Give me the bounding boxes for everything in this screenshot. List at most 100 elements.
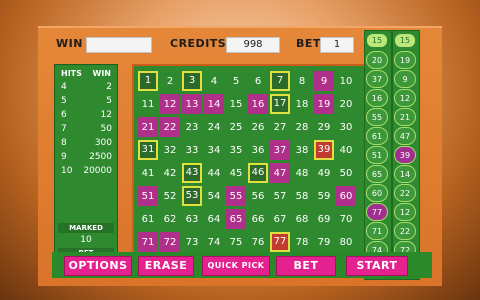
keno-number-3[interactable]: 3 bbox=[182, 71, 202, 91]
keno-number-14[interactable]: 14 bbox=[204, 94, 224, 114]
keno-number-77[interactable]: 77 bbox=[270, 232, 290, 252]
keno-number-47[interactable]: 47 bbox=[270, 163, 290, 183]
keno-number-62[interactable]: 62 bbox=[160, 209, 180, 229]
keno-number-5[interactable]: 5 bbox=[226, 71, 246, 91]
keno-number-65[interactable]: 65 bbox=[226, 209, 246, 229]
keno-number-6[interactable]: 6 bbox=[248, 71, 268, 91]
bet-button[interactable]: BET bbox=[276, 256, 336, 276]
drawn-count-left: 15 bbox=[367, 34, 387, 47]
keno-number-80[interactable]: 80 bbox=[336, 232, 356, 252]
keno-number-74[interactable]: 74 bbox=[204, 232, 224, 252]
drawn-ball: 22 bbox=[394, 222, 416, 240]
bet-display: 1 bbox=[320, 37, 354, 53]
drawn-ball: 19 bbox=[394, 51, 416, 69]
keno-number-46[interactable]: 46 bbox=[248, 163, 268, 183]
keno-number-45[interactable]: 45 bbox=[226, 163, 246, 183]
keno-number-13[interactable]: 13 bbox=[182, 94, 202, 114]
keno-number-63[interactable]: 63 bbox=[182, 209, 202, 229]
keno-number-9[interactable]: 9 bbox=[314, 71, 334, 91]
keno-number-61[interactable]: 61 bbox=[138, 209, 158, 229]
keno-number-37[interactable]: 37 bbox=[270, 140, 290, 160]
keno-number-28[interactable]: 28 bbox=[292, 117, 312, 137]
keno-number-70[interactable]: 70 bbox=[336, 209, 356, 229]
keno-board: WIN CREDITS 998 BET 1 HITS WIN 4 2 5 5 6 12 7 5… bbox=[38, 26, 442, 286]
keno-number-22[interactable]: 22 bbox=[160, 117, 180, 137]
keno-number-51[interactable]: 51 bbox=[138, 186, 158, 206]
keno-number-1[interactable]: 1 bbox=[138, 71, 158, 91]
drawn-ball: 39 bbox=[394, 146, 416, 164]
drawn-ball: 60 bbox=[366, 184, 388, 202]
keno-number-26[interactable]: 26 bbox=[248, 117, 268, 137]
keno-number-41[interactable]: 41 bbox=[138, 163, 158, 183]
keno-number-57[interactable]: 57 bbox=[270, 186, 290, 206]
keno-number-33[interactable]: 33 bbox=[182, 140, 202, 160]
keno-number-73[interactable]: 73 bbox=[182, 232, 202, 252]
keno-number-64[interactable]: 64 bbox=[204, 209, 224, 229]
erase-button[interactable]: ERASE bbox=[138, 256, 194, 276]
keno-number-69[interactable]: 69 bbox=[314, 209, 334, 229]
keno-number-55[interactable]: 55 bbox=[226, 186, 246, 206]
keno-number-71[interactable]: 71 bbox=[138, 232, 158, 252]
keno-number-43[interactable]: 43 bbox=[182, 163, 202, 183]
keno-number-56[interactable]: 56 bbox=[248, 186, 268, 206]
keno-number-27[interactable]: 27 bbox=[270, 117, 290, 137]
paytable-hits: 8 bbox=[61, 138, 67, 148]
paytable-rows: 4 2 5 5 6 12 7 50 8 300 9 2500 10 20000 bbox=[55, 80, 117, 178]
drawn-ball: 14 bbox=[394, 165, 416, 183]
keno-number-78[interactable]: 78 bbox=[292, 232, 312, 252]
start-button[interactable]: START bbox=[346, 256, 408, 276]
keno-number-11[interactable]: 11 bbox=[138, 94, 158, 114]
keno-number-39[interactable]: 39 bbox=[314, 140, 334, 160]
keno-number-31[interactable]: 31 bbox=[138, 140, 158, 160]
keno-number-4[interactable]: 4 bbox=[204, 71, 224, 91]
keno-number-10[interactable]: 10 bbox=[336, 71, 356, 91]
keno-number-29[interactable]: 29 bbox=[314, 117, 334, 137]
keno-number-58[interactable]: 58 bbox=[292, 186, 312, 206]
keno-number-79[interactable]: 79 bbox=[314, 232, 334, 252]
keno-number-19[interactable]: 19 bbox=[314, 94, 334, 114]
keno-number-60[interactable]: 60 bbox=[336, 186, 356, 206]
keno-number-72[interactable]: 72 bbox=[160, 232, 180, 252]
keno-number-12[interactable]: 12 bbox=[160, 94, 180, 114]
keno-number-32[interactable]: 32 bbox=[160, 140, 180, 160]
keno-number-8[interactable]: 8 bbox=[292, 71, 312, 91]
options-button[interactable]: OPTIONS bbox=[64, 256, 132, 276]
keno-number-75[interactable]: 75 bbox=[226, 232, 246, 252]
keno-number-34[interactable]: 34 bbox=[204, 140, 224, 160]
keno-number-30[interactable]: 30 bbox=[336, 117, 356, 137]
drawn-ball: 9 bbox=[394, 70, 416, 88]
keno-number-59[interactable]: 59 bbox=[314, 186, 334, 206]
keno-number-49[interactable]: 49 bbox=[314, 163, 334, 183]
keno-number-2[interactable]: 2 bbox=[160, 71, 180, 91]
keno-number-23[interactable]: 23 bbox=[182, 117, 202, 137]
keno-number-76[interactable]: 76 bbox=[248, 232, 268, 252]
keno-number-36[interactable]: 36 bbox=[248, 140, 268, 160]
quick-pick-button[interactable]: QUICK PICK bbox=[202, 256, 270, 276]
keno-number-42[interactable]: 42 bbox=[160, 163, 180, 183]
keno-number-44[interactable]: 44 bbox=[204, 163, 224, 183]
keno-number-16[interactable]: 16 bbox=[248, 94, 268, 114]
keno-number-38[interactable]: 38 bbox=[292, 140, 312, 160]
keno-number-66[interactable]: 66 bbox=[248, 209, 268, 229]
paytable-row: 10 20000 bbox=[55, 164, 117, 178]
keno-number-53[interactable]: 53 bbox=[182, 186, 202, 206]
keno-number-21[interactable]: 21 bbox=[138, 117, 158, 137]
keno-number-24[interactable]: 24 bbox=[204, 117, 224, 137]
keno-number-20[interactable]: 20 bbox=[336, 94, 356, 114]
keno-number-40[interactable]: 40 bbox=[336, 140, 356, 160]
keno-number-68[interactable]: 68 bbox=[292, 209, 312, 229]
keno-number-35[interactable]: 35 bbox=[226, 140, 246, 160]
number-grid: 1 2 3 4 5 6 7 8 9 10 11 12 13 14 15 16 17 18 19 20 21 22 23 24 2… bbox=[138, 71, 356, 252]
keno-number-67[interactable]: 67 bbox=[270, 209, 290, 229]
keno-number-48[interactable]: 48 bbox=[292, 163, 312, 183]
keno-number-15[interactable]: 15 bbox=[226, 94, 246, 114]
drawn-ball: 61 bbox=[366, 127, 388, 145]
keno-number-52[interactable]: 52 bbox=[160, 186, 180, 206]
keno-number-7[interactable]: 7 bbox=[270, 71, 290, 91]
paytable: HITS WIN 4 2 5 5 6 12 7 50 8 300 9 2500 10 20000 MARK… bbox=[54, 64, 118, 278]
keno-number-50[interactable]: 50 bbox=[336, 163, 356, 183]
keno-number-18[interactable]: 18 bbox=[292, 94, 312, 114]
keno-number-54[interactable]: 54 bbox=[204, 186, 224, 206]
keno-number-17[interactable]: 17 bbox=[270, 94, 290, 114]
keno-number-25[interactable]: 25 bbox=[226, 117, 246, 137]
